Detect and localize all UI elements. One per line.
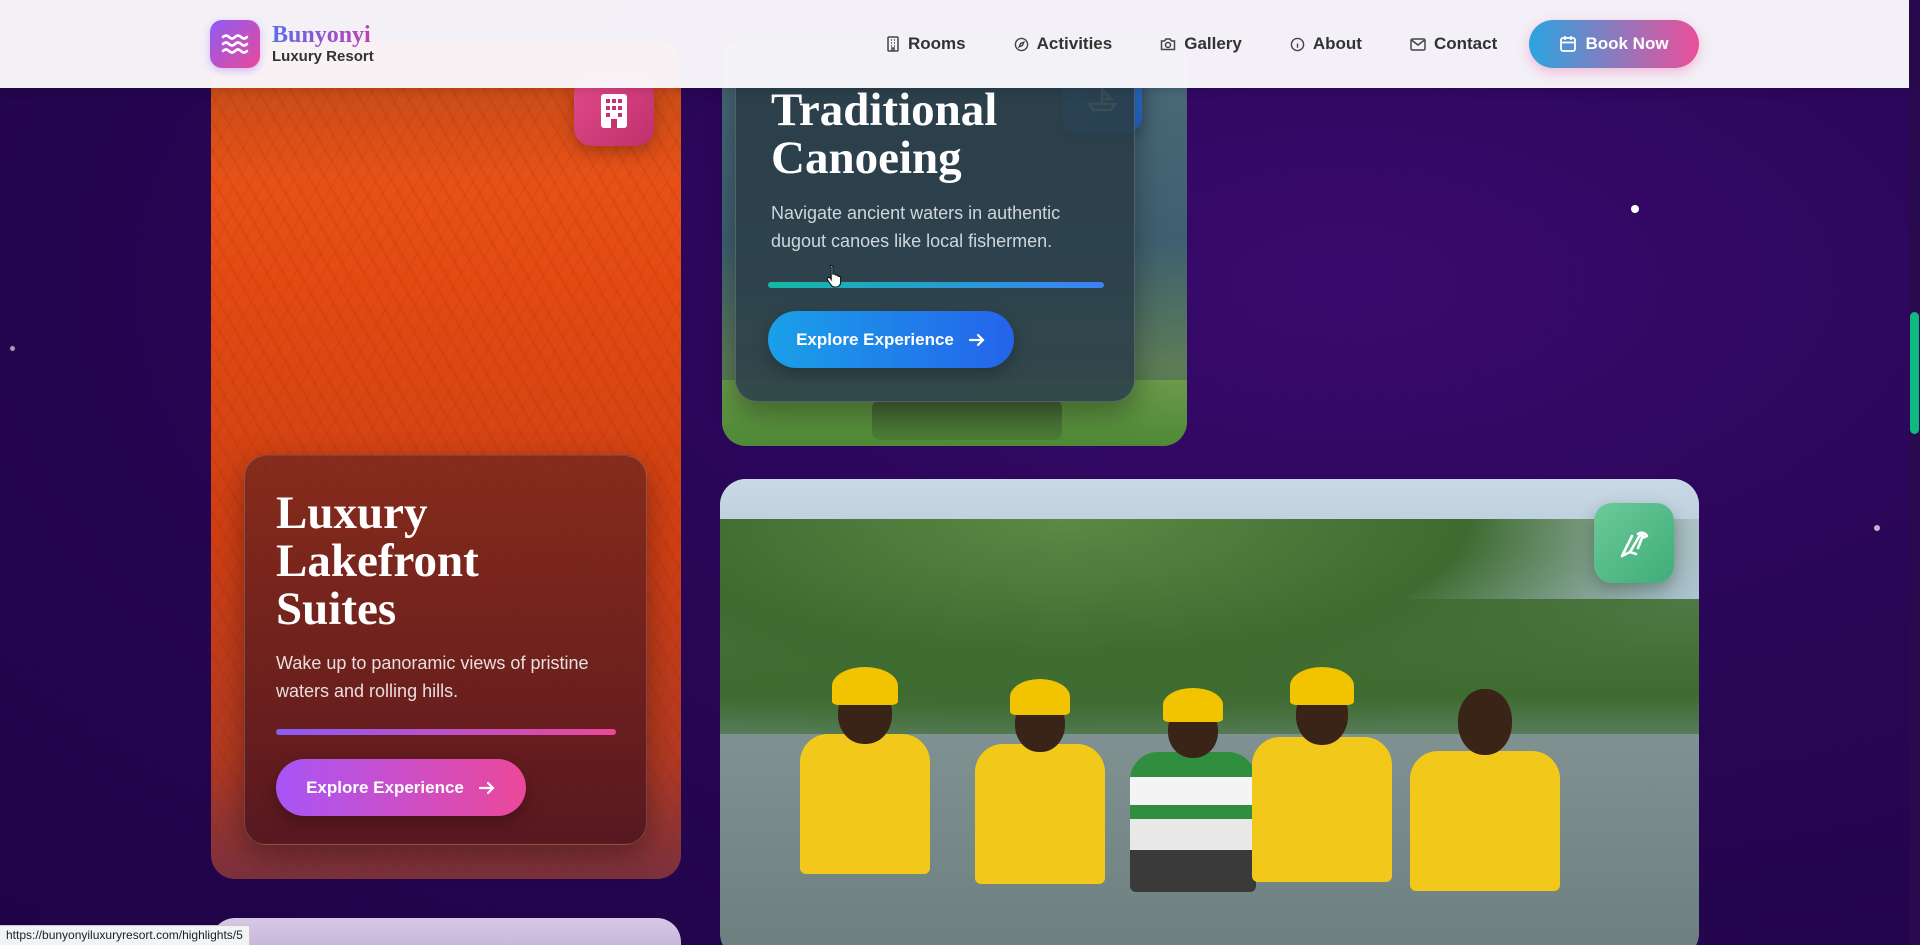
canoe-description: Navigate ancient waters in authentic dug… xyxy=(771,203,1061,251)
building-icon xyxy=(887,36,899,52)
book-now-button[interactable]: Book Now xyxy=(1529,20,1699,68)
figures-photo xyxy=(872,400,1062,440)
book-now-label: Book Now xyxy=(1585,34,1669,53)
nav-rooms-label: Rooms xyxy=(908,34,966,53)
info-icon xyxy=(1290,37,1305,51)
star-decoration xyxy=(1874,525,1880,531)
waves-logo-icon xyxy=(210,20,260,68)
nav-activities-label: Activities xyxy=(1036,34,1113,53)
suites-accent-bar xyxy=(276,729,616,735)
canoe-accent-bar xyxy=(768,282,1104,288)
main-nav: Rooms Activities Gallery About Contact xyxy=(886,0,1497,88)
suites-info-panel: Luxury Lakefront Suites Wake up to panor… xyxy=(244,455,647,845)
nav-contact[interactable]: Contact xyxy=(1410,34,1497,54)
suites-explore-label: Explore Experience xyxy=(306,777,464,797)
brand-subtitle: Luxury Resort xyxy=(272,48,374,65)
arrow-right-icon xyxy=(478,781,495,794)
suites-title: Luxury Lakefront Suites xyxy=(276,487,479,635)
canoe-explore-button[interactable]: Explore Experience xyxy=(768,311,1014,368)
canoe-info-panel: Traditional Canoeing Navigate ancient wa… xyxy=(735,40,1135,402)
star-decoration xyxy=(1631,205,1639,213)
nav-activities[interactable]: Activities xyxy=(1014,34,1113,54)
canoe-explore-label: Explore Experience xyxy=(796,329,954,349)
status-bar-url: https://bunyonyiluxuryresort.com/highlig… xyxy=(0,925,250,945)
camera-icon xyxy=(1160,38,1176,51)
mail-icon xyxy=(1410,37,1426,51)
scrollbar-track[interactable] xyxy=(1909,0,1920,945)
canoe-title: Traditional Canoeing xyxy=(771,84,998,184)
team-photo-card[interactable] xyxy=(720,479,1699,945)
nav-gallery-label: Gallery xyxy=(1184,34,1242,53)
nav-contact-label: Contact xyxy=(1433,34,1498,53)
scrollbar-thumb[interactable] xyxy=(1910,312,1919,434)
bird-icon xyxy=(1620,531,1649,558)
site-header: Bunyonyi Luxury Resort Rooms Activities … xyxy=(0,0,1909,88)
arrow-right-icon xyxy=(968,333,985,346)
calendar-icon xyxy=(1560,36,1577,52)
suites-explore-button[interactable]: Explore Experience xyxy=(276,759,526,816)
nav-about-label: About xyxy=(1312,34,1362,53)
star-decoration xyxy=(10,346,15,351)
hotel-building-icon xyxy=(601,94,627,128)
compass-icon xyxy=(1014,37,1028,51)
brand-name: Bunyonyi xyxy=(272,22,374,48)
team-badge xyxy=(1594,503,1674,583)
brand[interactable]: Bunyonyi Luxury Resort xyxy=(210,20,374,68)
next-card-preview[interactable] xyxy=(211,918,681,945)
nav-gallery[interactable]: Gallery xyxy=(1160,34,1242,54)
suites-description: Wake up to panoramic views of pristine w… xyxy=(276,653,589,701)
hand-cursor-icon xyxy=(826,264,842,288)
nav-about[interactable]: About xyxy=(1290,34,1362,54)
nav-rooms[interactable]: Rooms xyxy=(886,34,966,54)
